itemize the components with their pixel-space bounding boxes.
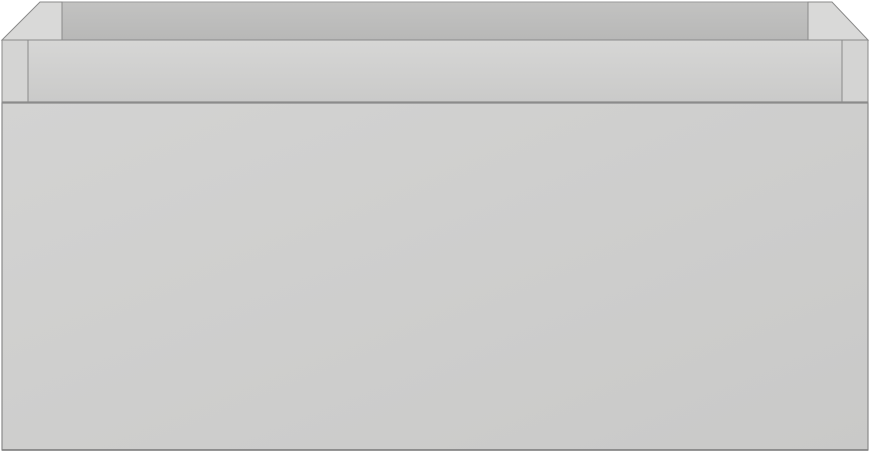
drawer-left-wall xyxy=(0,1,63,41)
product-render xyxy=(0,0,870,452)
drawer-top-rail xyxy=(27,39,843,103)
drawer-illustration xyxy=(0,1,870,451)
drawer-front-panel xyxy=(1,102,869,451)
drawer-right-wall xyxy=(807,1,870,41)
drawer-left-post xyxy=(1,39,29,103)
drawer-back-wall xyxy=(61,1,809,41)
drawer-right-post xyxy=(841,39,869,103)
